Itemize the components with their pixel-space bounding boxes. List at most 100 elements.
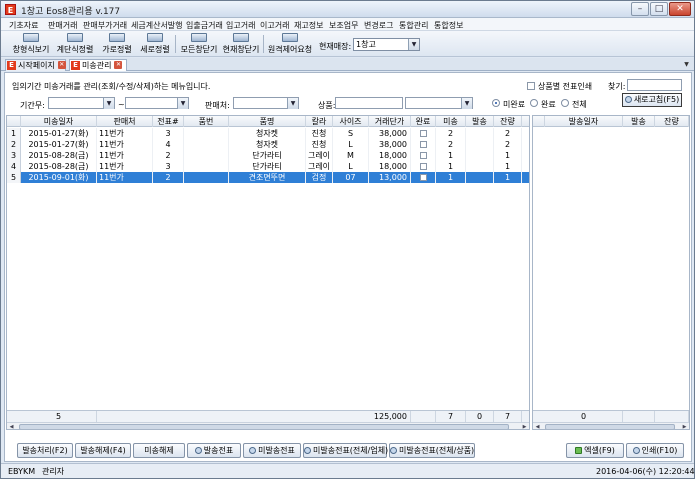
scroll-right-icon[interactable]: ▶ xyxy=(680,423,689,429)
menu-item-tax-invoice[interactable]: 세금계산서발행 xyxy=(131,20,183,31)
pending-release-button[interactable]: 미송해제 xyxy=(133,443,185,458)
col-header-size[interactable]: 사이즈 xyxy=(333,116,369,127)
cascade-button[interactable]: 계단식정렬 xyxy=(55,33,95,55)
tile-horizontal-button[interactable]: 가로정렬 xyxy=(100,33,134,55)
menu-item-basic-data[interactable]: 기초자료 xyxy=(9,20,38,31)
col-header-ship-remain[interactable]: 잔량 xyxy=(655,116,689,127)
col-header-shipped[interactable]: 발송 xyxy=(466,116,494,127)
menu-item-change-log[interactable]: 변경로그 xyxy=(364,20,393,31)
scroll-thumb[interactable] xyxy=(19,424,509,429)
radio-incomplete[interactable] xyxy=(492,99,500,107)
done-checkbox[interactable] xyxy=(419,141,427,148)
ship-process-button[interactable]: 발송처리(F2) xyxy=(17,443,73,458)
cell-done[interactable] xyxy=(411,172,436,183)
tab-pending-shipment[interactable]: E 미송관리 ✕ xyxy=(69,59,127,71)
product-input[interactable] xyxy=(335,97,403,109)
table-row[interactable]: 5 2015-09-01(화) 11번가 2 견조면뚜면 검정 07 13,000 1 1 xyxy=(7,172,529,183)
menu-item-sales-extra[interactable]: 판매부가거래 xyxy=(83,20,127,31)
shipment-slip-button[interactable]: 발송전표 xyxy=(187,443,241,458)
scroll-right-icon[interactable]: ▶ xyxy=(520,423,529,429)
shipment-history-grid[interactable]: 발송일자 발송 잔량 0 ◀ ▶ xyxy=(532,115,690,430)
grid-corner xyxy=(7,116,21,127)
close-current-window-button[interactable]: 현재창닫기 xyxy=(221,33,261,55)
pending-shipment-grid[interactable]: 미송일자 판매처 전표# 품번 품명 칼라 사이즈 거래단가 완료 미송 발송 … xyxy=(6,115,530,430)
product-select[interactable]: ▼ xyxy=(405,97,473,109)
seller-select[interactable]: ▼ xyxy=(233,97,299,109)
col-header-color[interactable]: 칼라 xyxy=(306,116,333,127)
done-checkbox[interactable] xyxy=(419,163,427,170)
col-header-price[interactable]: 거래단가 xyxy=(369,116,411,127)
chevron-down-icon[interactable]: ▼ xyxy=(177,98,188,109)
unshipped-slip-by-vendor-button[interactable]: 미발송전표(전체/업체) xyxy=(303,443,388,458)
col-header-remain[interactable]: 잔량 xyxy=(494,116,522,127)
close-icon[interactable]: ✕ xyxy=(669,2,691,16)
maximize-icon[interactable]: □ xyxy=(650,2,668,16)
side-scroll-thumb[interactable] xyxy=(545,424,675,429)
chevron-down-icon[interactable]: ▼ xyxy=(103,98,114,109)
unshipped-slip-by-product-button[interactable]: 미발송전표(전체/상품) xyxy=(389,443,475,458)
cell-shipped xyxy=(466,172,494,183)
menu-item-transfer[interactable]: 이고거래 xyxy=(260,20,289,31)
cell-done[interactable] xyxy=(411,139,436,150)
window-view-button[interactable]: 창형식보기 xyxy=(11,33,51,55)
done-checkbox[interactable] xyxy=(419,174,427,181)
menu-item-cash[interactable]: 입출금거래 xyxy=(186,20,223,31)
col-header-name[interactable]: 품명 xyxy=(229,116,306,127)
radio-all[interactable] xyxy=(561,99,569,107)
chevron-down-icon[interactable]: ▼ xyxy=(461,98,472,109)
done-checkbox[interactable] xyxy=(419,130,427,137)
table-row[interactable]: 2 2015-01-27(화) 11번가 4 청자켓 진청 L 38,000 2 2 xyxy=(7,139,529,150)
col-header-date[interactable]: 미송일자 xyxy=(21,116,97,127)
table-row[interactable]: 4 2015-08-28(금) 11번가 3 단가라티 그레이 L 18,000 1 1 xyxy=(7,161,529,172)
menu-item-integrated-mgmt[interactable]: 통합관리 xyxy=(399,20,428,31)
menu-item-support[interactable]: 보조업무 xyxy=(329,20,358,31)
menu-item-inventory[interactable]: 재고정보 xyxy=(294,20,323,31)
excel-button[interactable]: 엑셀(F9) xyxy=(566,443,624,458)
minimize-icon[interactable]: – xyxy=(631,2,649,16)
close-icon[interactable]: ✕ xyxy=(114,61,123,69)
col-header-code[interactable]: 품번 xyxy=(184,116,229,127)
title-bar[interactable]: E 1창고 Eos8관리용 v.177 – □ ✕ xyxy=(1,1,694,18)
col-header-slip[interactable]: 전표# xyxy=(153,116,184,127)
tile-vertical-icon xyxy=(147,33,163,42)
radio-complete[interactable] xyxy=(530,99,538,107)
menu-item-sales[interactable]: 판매거래 xyxy=(48,20,77,31)
unshipped-slip-button[interactable]: 미발송전표 xyxy=(243,443,301,458)
tab-start-page[interactable]: E 시작페이지 ✕ xyxy=(5,59,66,71)
search-input[interactable] xyxy=(627,79,682,91)
col-header-seller[interactable]: 판매처 xyxy=(97,116,153,127)
tile-vertical-button[interactable]: 세로정렬 xyxy=(138,33,172,55)
scroll-left-icon[interactable]: ◀ xyxy=(533,423,542,429)
chevron-down-icon[interactable]: ▼ xyxy=(408,39,419,50)
col-header-pending[interactable]: 미송 xyxy=(436,116,466,127)
print-by-product-checkbox[interactable] xyxy=(527,82,535,90)
cell-color: 진청 xyxy=(306,139,333,150)
done-checkbox[interactable] xyxy=(419,152,427,159)
table-row[interactable]: 3 2015-08-28(금) 11번가 2 단가라티 그레이 M 18,000 1 1 xyxy=(7,150,529,161)
ship-cancel-button[interactable]: 발송해제(F4) xyxy=(75,443,131,458)
period-end-date[interactable]: ▼ xyxy=(125,97,189,109)
menu-item-receiving[interactable]: 입고거래 xyxy=(226,20,255,31)
tab-list-icon[interactable]: ▼ xyxy=(682,60,691,69)
print-button[interactable]: 인쇄(F10) xyxy=(626,443,684,458)
close-all-windows-button[interactable]: 모든창닫기 xyxy=(178,33,220,55)
cell-done[interactable] xyxy=(411,150,436,161)
col-header-done[interactable]: 완료 xyxy=(411,116,436,127)
cell-code xyxy=(184,172,229,183)
cell-done[interactable] xyxy=(411,128,436,139)
remote-control-button[interactable]: 원격제어요청 xyxy=(267,33,313,55)
table-row[interactable]: 1 2015-01-27(화) 11번가 3 청자켓 진청 S 38,000 2 2 xyxy=(7,128,529,139)
scroll-left-icon[interactable]: ◀ xyxy=(7,423,16,429)
horizontal-scrollbar[interactable]: ◀ ▶ xyxy=(7,422,529,429)
col-header-ship-qty[interactable]: 발송 xyxy=(623,116,655,127)
col-header-ship-date[interactable]: 발송일자 xyxy=(545,116,623,127)
store-select[interactable]: 1창고 ▼ xyxy=(353,38,420,51)
close-icon[interactable]: ✕ xyxy=(57,61,66,69)
menu-item-integrated-info[interactable]: 통합정보 xyxy=(434,20,463,31)
status-role: 관리자 xyxy=(42,467,65,476)
period-start-date[interactable]: ▼ xyxy=(48,97,115,109)
refresh-button[interactable]: 새로고침(F5) xyxy=(622,93,682,107)
side-horizontal-scrollbar[interactable]: ◀ ▶ xyxy=(533,422,689,429)
chevron-down-icon[interactable]: ▼ xyxy=(287,98,298,109)
cell-done[interactable] xyxy=(411,161,436,172)
